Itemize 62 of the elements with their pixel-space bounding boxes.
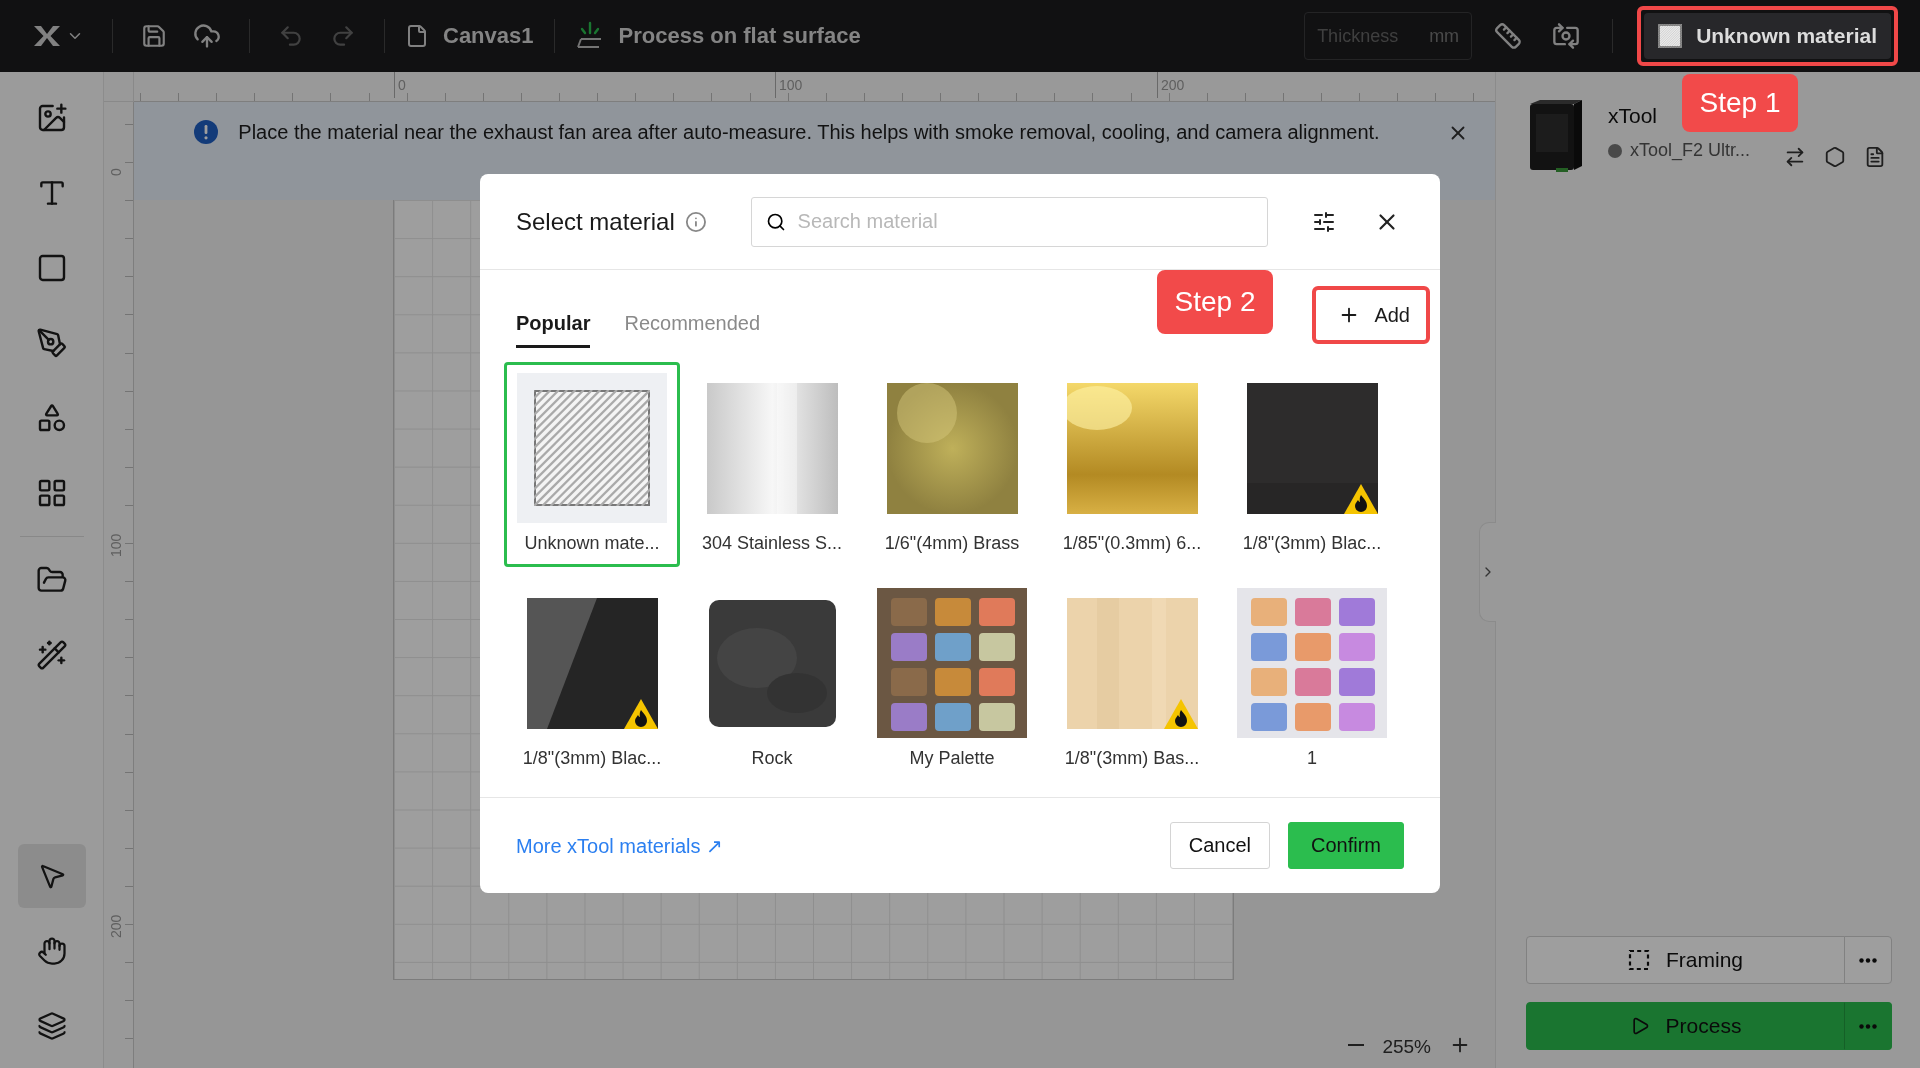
- ruler-label: 0: [107, 168, 125, 176]
- ruler-label: 100: [775, 72, 803, 98]
- camera-icon: [1552, 22, 1581, 50]
- material-tile[interactable]: Unknown mate...: [504, 362, 680, 567]
- pen-icon: [35, 327, 68, 359]
- document-icon: [1864, 146, 1886, 168]
- material-button[interactable]: Unknown material: [1644, 13, 1891, 59]
- material-name: 1/85"(0.3mm) 6...: [1062, 533, 1202, 554]
- ruler-label: 200: [1157, 72, 1185, 98]
- confirm-button[interactable]: Confirm: [1288, 822, 1404, 869]
- collapse-handle[interactable]: [1479, 522, 1496, 622]
- device-name: xTool: [1608, 104, 1658, 128]
- undo-icon: [278, 23, 304, 49]
- ruler-label: 0: [394, 72, 406, 98]
- dialog-title: Select material: [516, 207, 675, 236]
- material-name: 1: [1307, 748, 1317, 769]
- material-name: Unknown mate...: [524, 533, 660, 554]
- redo-icon: [330, 23, 356, 49]
- material-name: 1/8"(3mm) Blac...: [1242, 533, 1382, 554]
- info-icon: [194, 120, 218, 144]
- dashed-square-icon: [1628, 949, 1650, 971]
- canvas-name: Canvas1: [443, 23, 534, 49]
- device-model: xTool_F2 Ultr...: [1630, 140, 1751, 161]
- material-name: 304 Stainless S...: [701, 533, 843, 554]
- material-name: My Palette: [909, 748, 995, 769]
- material-name: 1/6"(4mm) Brass: [884, 533, 1020, 554]
- step-label: Step 1: [1682, 74, 1798, 132]
- process-mode: Process on flat surface: [618, 23, 861, 49]
- more-button[interactable]: [1844, 936, 1892, 984]
- hatch-swatch-icon: [1658, 24, 1683, 48]
- ruler-label: 100: [107, 533, 125, 557]
- tool-button[interactable]: [17, 844, 86, 908]
- more-materials-link[interactable]: More xTool materials ↗: [516, 833, 723, 858]
- hatched-square-icon: [534, 390, 650, 506]
- save-icon: [141, 23, 167, 49]
- search-field[interactable]: Search material: [750, 196, 1268, 247]
- logo-icon: [32, 24, 62, 48]
- layers-icon: [36, 1011, 67, 1041]
- tab[interactable]: Popular: [516, 312, 591, 348]
- file-icon: [405, 24, 429, 48]
- filter-icon: [1312, 209, 1336, 234]
- info-icon: [684, 210, 707, 233]
- hand-icon: [36, 936, 67, 966]
- magic-wand-icon: [35, 639, 68, 671]
- swap-icon: [1784, 146, 1806, 168]
- ruler-label: 200: [107, 914, 125, 938]
- more-icon: [1859, 1023, 1877, 1029]
- zoom-level: 255%: [1382, 1036, 1431, 1058]
- search-icon: [765, 211, 786, 232]
- framing-button[interactable]: Framing: [1526, 936, 1845, 984]
- ruler-icon: [1494, 22, 1523, 50]
- notice-text: Place the material near the exhaust fan area after auto-measure. This helps with smoke removal, cooling, and camera alignment.: [237, 120, 1381, 145]
- hexagon-icon: [1824, 146, 1846, 168]
- more-icon: [1859, 957, 1877, 963]
- step-label: Step 2: [1157, 270, 1273, 334]
- minus-icon: [1348, 1044, 1365, 1046]
- unit-label: mm: [1429, 25, 1460, 47]
- cloud-upload-icon: [193, 22, 221, 50]
- material-name: Rock: [751, 748, 793, 769]
- material-name: 1/8"(3mm) Bas...: [1064, 748, 1200, 769]
- material-name: 1/8"(3mm) Blac...: [522, 748, 662, 769]
- cancel-button[interactable]: Cancel: [1169, 822, 1270, 869]
